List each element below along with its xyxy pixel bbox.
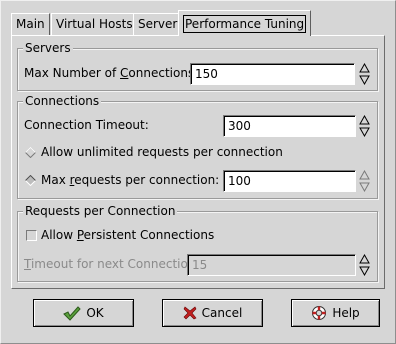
max-requests-label[interactable]: Max requests per connection:	[41, 172, 219, 188]
requests-frame-title: Requests per Connection	[23, 204, 178, 218]
timeout-next-spin-arrows-icon[interactable]	[358, 254, 371, 276]
max-connections-spinbox[interactable]: 150	[190, 63, 371, 85]
unlimited-requests-label[interactable]: Allow unlimited requests per connection	[41, 144, 283, 160]
max-requests-spinbox[interactable]: 100	[223, 170, 371, 192]
timeout-next-connection-label: Timeout for next Connection:	[24, 257, 200, 271]
tab-main-label: Main	[16, 17, 45, 31]
tab-performance-tuning[interactable]: Performance Tuning	[178, 10, 312, 36]
x-icon	[183, 306, 197, 320]
tab-virtual-hosts-label: Virtual Hosts	[56, 17, 133, 31]
persistent-connections-checkbox[interactable]	[26, 230, 37, 241]
cancel-button[interactable]: Cancel	[162, 299, 263, 327]
check-icon	[63, 305, 82, 321]
tab-virtual-hosts[interactable]: Virtual Hosts	[51, 13, 138, 35]
connection-timeout-spinbox[interactable]: 300	[223, 115, 371, 137]
timeout-next-connection-spinbox[interactable]: 15	[187, 254, 371, 276]
max-requests-spin-arrows-icon[interactable]	[358, 170, 371, 192]
timeout-next-connection-input[interactable]: 15	[187, 254, 356, 276]
connection-timeout-input[interactable]: 300	[223, 115, 356, 137]
tab-server[interactable]: Server	[133, 13, 183, 35]
cancel-button-label: Cancel	[201, 306, 243, 320]
help-button-label: Help	[332, 306, 360, 320]
lifebuoy-icon	[311, 305, 327, 321]
max-connections-spin-arrows-icon[interactable]	[358, 63, 371, 85]
max-requests-input[interactable]: 100	[223, 170, 356, 192]
tab-main[interactable]: Main	[11, 13, 50, 35]
help-button[interactable]: Help	[291, 299, 380, 327]
persistent-connections-label[interactable]: Allow Persistent Connections	[41, 227, 214, 243]
connection-timeout-label: Connection Timeout:	[24, 118, 149, 132]
tab-performance-tuning-label: Performance Tuning	[183, 15, 307, 33]
max-requests-radio[interactable]	[25, 175, 36, 186]
connections-frame-title: Connections	[23, 94, 102, 108]
max-connections-input[interactable]: 150	[190, 63, 355, 85]
max-connections-label: Max Number of Connections:	[24, 66, 199, 80]
connection-timeout-spin-arrows-icon[interactable]	[358, 115, 371, 137]
ok-button[interactable]: OK	[33, 299, 134, 327]
tab-server-label: Server	[138, 17, 178, 31]
servers-frame-title: Servers	[23, 41, 73, 55]
ok-button-label: OK	[86, 306, 104, 320]
unlimited-requests-radio[interactable]	[25, 147, 36, 158]
